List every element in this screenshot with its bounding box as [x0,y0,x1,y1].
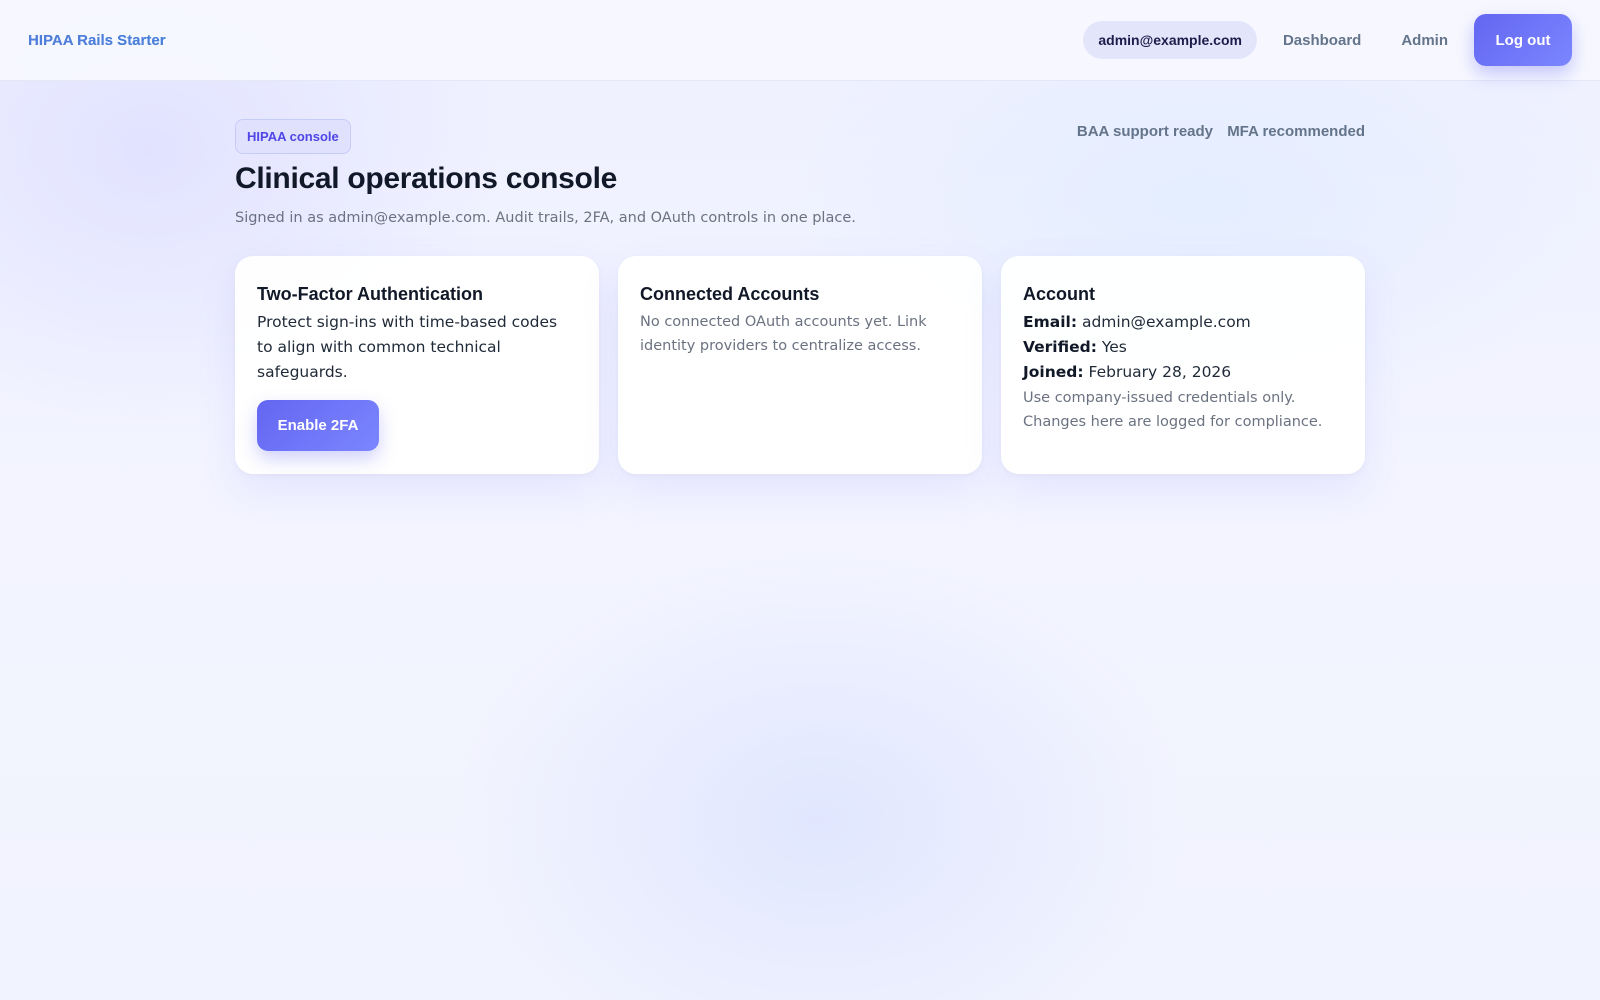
connected-accounts-title: Connected Accounts [640,284,820,304]
user-email-pill: admin@example.com [1083,21,1257,59]
logout-button[interactable]: Log out [1474,14,1572,66]
account-joined-row: Joined: February 28, 2026 [1023,360,1343,385]
account-title: Account [1023,284,1095,304]
account-email-label: Email: [1023,313,1078,331]
account-verified-row: Verified: Yes [1023,335,1343,360]
account-joined-label: Joined: [1023,363,1084,381]
two-factor-card: Two-Factor Authentication Protect sign-i… [235,256,599,474]
account-verified-value: Yes [1101,338,1127,356]
nav-link-dashboard[interactable]: Dashboard [1283,32,1361,49]
nav-right: admin@example.com Dashboard Admin Log ou… [1083,14,1572,66]
account-email-value: admin@example.com [1081,313,1251,331]
nav-link-admin[interactable]: Admin [1401,32,1448,49]
tag-baa-support: BAA support ready [1076,123,1214,140]
account-note: Use company-issued credentials only. Cha… [1023,390,1323,430]
two-factor-title: Two-Factor Authentication [257,284,483,304]
two-factor-description: Protect sign-ins with time-based codes t… [257,313,558,381]
top-navbar: HIPAA Rails Starter admin@example.com Da… [0,0,1600,81]
brand-logo-link[interactable]: HIPAA Rails Starter [28,32,166,49]
console-badge: HIPAA console [235,119,351,154]
enable-2fa-button[interactable]: Enable 2FA [257,400,379,451]
page-title: Clinical operations console [235,162,617,195]
cards-row: Two-Factor Authentication Protect sign-i… [235,256,1365,474]
tag-mfa-recommended: MFA recommended [1227,123,1365,140]
account-joined-value: February 28, 2026 [1088,363,1232,381]
page-subtitle: Signed in as admin@example.com. Audit tr… [235,210,856,226]
connected-accounts-description: No connected OAuth accounts yet. Link id… [640,314,927,354]
main-content: BAA support ready MFA recommended HIPAA … [235,119,1365,474]
account-email-row: Email: admin@example.com [1023,310,1343,335]
account-card: Account Email: admin@example.com Verifie… [1001,256,1365,474]
compliance-tags: BAA support ready MFA recommended [1077,123,1365,140]
connected-accounts-card: Connected Accounts No connected OAuth ac… [618,256,982,474]
account-verified-label: Verified: [1023,338,1097,356]
